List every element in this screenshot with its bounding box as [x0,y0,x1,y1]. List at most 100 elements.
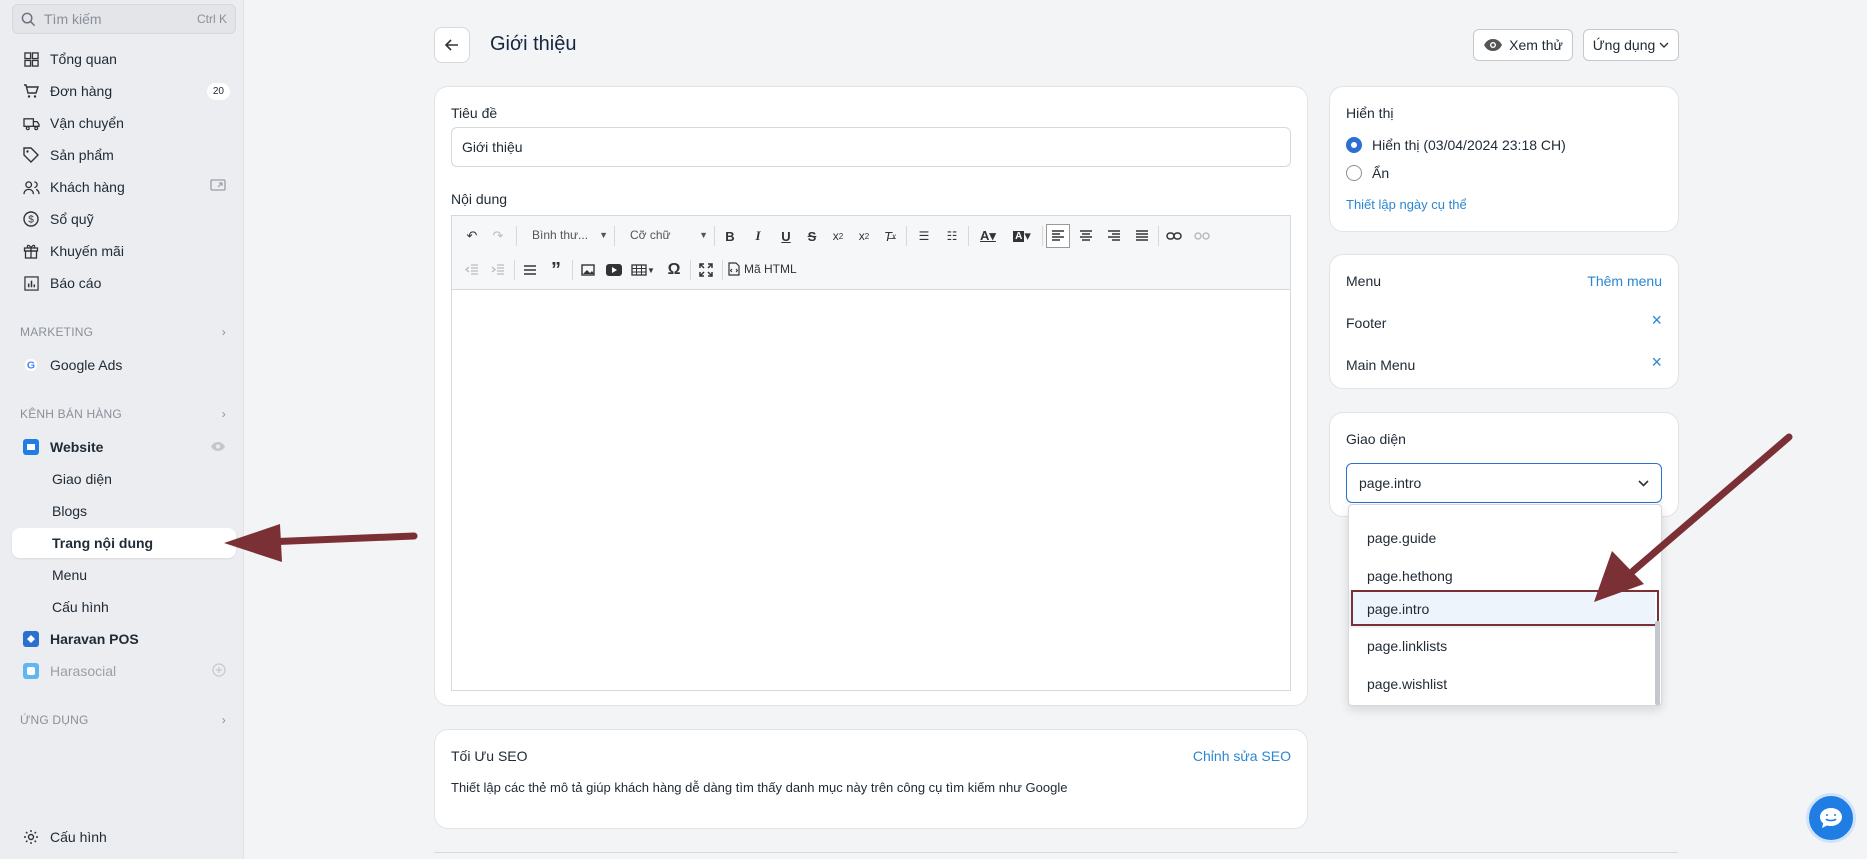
rich-text-editor: ↶ ↷ Bình thư... ▼ Cỡ chữ ▼ B I U S x2 x2 T… [451,215,1291,691]
sidebar-item-promotions[interactable]: Khuyến mãi [12,236,236,266]
format-select-label: Bình thư... [532,228,589,242]
annotation-highlight-box [1351,590,1659,626]
gift-icon [22,242,40,260]
search-placeholder: Tìm kiếm [44,11,102,27]
image-icon[interactable] [576,258,600,282]
chevron-right-icon: › [221,325,226,339]
theme-option[interactable]: page.guide [1349,519,1655,557]
sidebar-item-reports[interactable]: Báo cáo [12,268,236,298]
dropdown-scrollbar[interactable] [1655,621,1660,705]
sidebar-item-orders[interactable]: Đơn hàng 20 [12,76,236,106]
remove-main-menu-icon[interactable]: × [1651,352,1662,373]
page-title: Giới thiệu [490,33,577,55]
sales-channels-section[interactable]: KÊNH BÁN HÀNG › [20,407,230,421]
back-button[interactable] [434,27,470,63]
blockquote-icon[interactable]: ” [544,258,568,282]
orders-count-badge: 20 [206,82,230,100]
sales-channels-label: KÊNH BÁN HÀNG [20,407,122,421]
font-size-select[interactable]: Cỡ chữ ▼ [630,228,708,242]
search-input[interactable]: Tìm kiếm Ctrl K [12,4,236,34]
chevron-right-icon: › [221,407,226,421]
sidebar-item-google-ads[interactable]: G Google Ads [12,350,236,380]
sidebar-item-label: Haravan POS [50,631,139,647]
sidebar-subitem-themes[interactable]: Giao diện [12,464,236,494]
special-char-icon[interactable]: Ω [662,258,686,282]
seo-card: Tối Ưu SEO Chỉnh sửa SEO Thiết lập các t… [434,729,1308,829]
editor-toolbar: ↶ ↷ Bình thư... ▼ Cỡ chữ ▼ B I U S x2 x2 T… [452,216,1290,290]
subscript-icon[interactable]: x2 [826,224,850,248]
apps-section[interactable]: ỨNG DỤNG › [20,713,230,727]
marketing-section[interactable]: MARKETING › [20,325,230,339]
sidebar-item-products[interactable]: Sản phẩm [12,140,236,170]
bold-icon[interactable]: B [718,224,742,248]
redo-icon[interactable]: ↷ [486,224,510,248]
fullscreen-icon[interactable] [694,258,718,282]
sidebar-item-label: Tổng quan [50,51,117,67]
seo-edit-link[interactable]: Chỉnh sửa SEO [1193,748,1291,764]
add-menu-link[interactable]: Thêm menu [1587,273,1662,289]
sidebar-item-overview[interactable]: Tổng quan [12,44,236,74]
undo-icon[interactable]: ↶ [460,224,484,248]
clear-format-icon[interactable]: T̶ x [878,224,902,248]
sidebar-item-cashbook[interactable]: $ Sổ quỹ [12,204,236,234]
editor-body[interactable] [452,290,1290,690]
sidebar-item-customers[interactable]: Khách hàng [12,172,236,202]
content-label: Nội dung [451,191,508,207]
theme-option[interactable]: page.linklists [1349,627,1655,665]
sidebar-item-harasocial[interactable]: Harasocial [12,656,236,686]
align-center-icon[interactable] [1074,224,1098,248]
strikethrough-icon[interactable]: S [800,224,824,248]
chat-support-button[interactable] [1806,793,1856,843]
radio-hidden-label: Ẩn [1372,165,1390,181]
theme-select[interactable]: page.intro [1346,463,1662,503]
preview-button[interactable]: Xem thử [1473,29,1573,61]
align-left-icon[interactable] [1046,224,1070,248]
external-window-icon[interactable] [210,179,226,195]
google-icon: G [22,356,40,374]
sidebar-subitem-pages[interactable]: Trang nội dung [12,528,236,558]
visibility-card: Hiển thị Hiển thị (03/04/2024 23:18 CH) … [1329,86,1679,232]
sidebar-item-label: Sản phẩm [50,147,114,163]
justify-icon[interactable] [1130,224,1154,248]
background-color-icon[interactable]: A ▾ [1006,224,1038,248]
eye-icon[interactable] [210,439,226,455]
chevron-right-icon: › [221,713,226,727]
sidebar-item-haravan-pos[interactable]: Haravan POS [12,624,236,654]
italic-icon[interactable]: I [746,224,770,248]
underline-icon[interactable]: U [774,224,798,248]
text-color-icon[interactable]: A▾ [972,224,1004,248]
sidebar-item-shipping[interactable]: Vận chuyển [12,108,236,138]
video-icon[interactable] [602,258,626,282]
remove-footer-icon[interactable]: × [1651,310,1662,331]
table-icon[interactable]: ▼ [628,258,658,282]
add-circle-icon[interactable] [212,662,226,680]
theme-option[interactable]: page.wishlist [1349,665,1655,703]
align-right-icon[interactable] [1102,224,1126,248]
outdent-icon[interactable] [460,258,484,282]
bullet-list-icon[interactable]: ☷ [940,224,964,248]
sidebar-subitem-menu[interactable]: Menu [12,560,236,590]
sidebar-subitem-blogs[interactable]: Blogs [12,496,236,526]
unlink-icon[interactable] [1190,224,1214,248]
format-select[interactable]: Bình thư... ▼ [532,228,608,242]
superscript-icon[interactable]: x2 [852,224,876,248]
ordered-list-icon[interactable]: ☰ [912,224,936,248]
content-card: Tiêu đề Giới thiệu Nội dung ↶ ↷ Bình thư… [434,86,1308,706]
code-file-icon [728,262,740,276]
apps-dropdown-button[interactable]: Ứng dụng [1583,29,1679,61]
html-source-button[interactable]: Mã HTML [728,262,797,276]
radio-hidden[interactable] [1346,165,1362,181]
indent-icon[interactable] [486,258,510,282]
sidebar-item-settings[interactable]: Cấu hình [12,822,236,852]
sidebar-item-label: Website [50,439,104,455]
sidebar-item-website[interactable]: Website [12,432,236,462]
schedule-link[interactable]: Thiết lập ngày cụ thể [1346,197,1467,212]
radio-visible[interactable] [1346,137,1362,153]
link-icon[interactable] [1162,224,1186,248]
sidebar-subitem-settings[interactable]: Cấu hình [12,592,236,622]
horizontal-rule-icon[interactable] [518,258,542,282]
menu-card: Menu Thêm menu Footer × Main Menu × [1329,254,1679,389]
chevron-down-icon [1638,479,1649,487]
arrow-left-icon [444,39,458,51]
title-input[interactable]: Giới thiệu [451,127,1291,167]
